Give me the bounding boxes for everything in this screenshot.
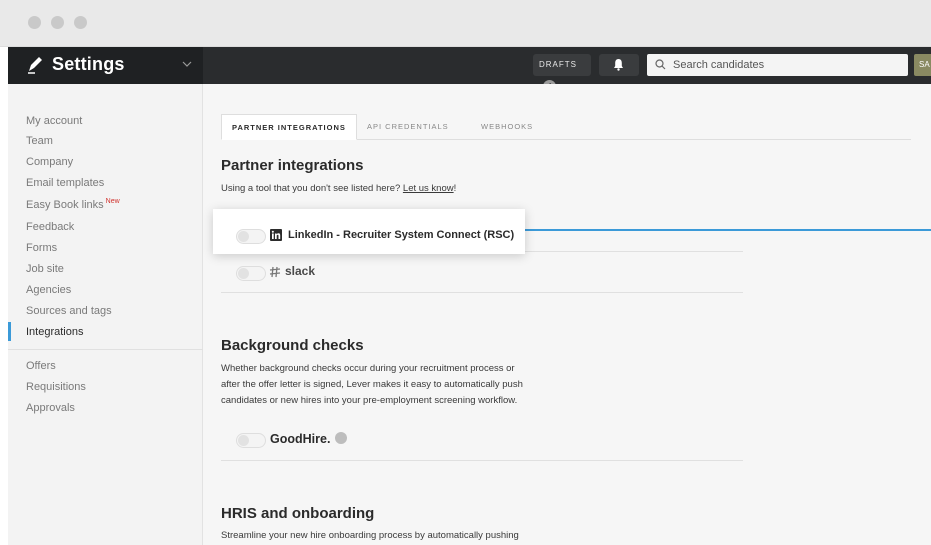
description-line: candidates or new hires into your pre-em… <box>221 395 518 406</box>
sidebar-item-requisitions[interactable]: Requisitions <box>26 379 86 395</box>
background-checks-description: Whether background checks occur during y… <box>221 361 523 409</box>
tab-webhooks[interactable]: WEBHOOKS <box>471 114 543 140</box>
sidebar-item-company[interactable]: Company <box>26 154 73 170</box>
linkedin-integration-card: LinkedIn - Recruiter System Connect (RSC… <box>213 209 525 254</box>
notifications-button[interactable] <box>599 54 639 76</box>
integrations-panel: PARTNER INTEGRATIONS API CREDENTIALS WEB… <box>203 84 931 545</box>
sidebar-item-label: Easy Book links <box>26 199 104 211</box>
tab-api-credentials[interactable]: API CREDENTIALS <box>357 114 459 140</box>
slack-icon <box>269 266 281 278</box>
sidebar-item-easy-book-links[interactable]: Easy Book links New <box>26 197 120 213</box>
integration-tabs: PARTNER INTEGRATIONS API CREDENTIALS WEB… <box>221 114 911 140</box>
slack-label: slack <box>285 264 316 278</box>
window-minimize-dot[interactable] <box>51 16 64 29</box>
partner-integrations-description: Using a tool that you don't see listed h… <box>221 181 456 197</box>
description-suffix: ! <box>453 183 457 194</box>
goodhire-toggle[interactable] <box>236 433 266 448</box>
chevron-down-icon[interactable] <box>182 59 192 69</box>
window-close-dot[interactable] <box>28 16 41 29</box>
row-divider <box>221 292 743 293</box>
sidebar-item-integrations[interactable]: Integrations <box>26 324 83 340</box>
sidebar-item-feedback[interactable]: Feedback <box>26 219 74 235</box>
settings-menu-header[interactable]: Settings <box>8 47 203 84</box>
description-text: Using a tool that you don't see listed h… <box>221 183 403 194</box>
let-us-know-link[interactable]: Let us know <box>403 183 454 194</box>
partner-integrations-heading: Partner integrations <box>221 157 364 174</box>
top-bar: DRAFTS4 SA <box>203 47 931 93</box>
sidebar-item-agencies[interactable]: Agencies <box>26 282 71 298</box>
hris-heading: HRIS and onboarding <box>221 505 375 522</box>
goodhire-logo: GoodHire. <box>270 432 331 446</box>
background-checks-heading: Background checks <box>221 337 364 354</box>
slack-toggle[interactable] <box>236 266 266 281</box>
linkedin-icon <box>270 229 282 241</box>
sidebar-item-email-templates[interactable]: Email templates <box>26 175 104 191</box>
search-icon <box>655 59 666 70</box>
pen-icon <box>28 57 42 74</box>
linkedin-label: LinkedIn - Recruiter System Connect (RSC… <box>288 229 515 241</box>
description-line: after the offer letter is signed, Lever … <box>221 379 523 390</box>
settings-sidebar: My account Team Company Email templates … <box>8 84 203 545</box>
bell-icon <box>614 59 623 71</box>
settings-title: Settings <box>52 54 125 74</box>
drafts-button[interactable]: DRAFTS4 <box>533 54 591 93</box>
active-item-indicator <box>8 322 11 341</box>
sidebar-item-offers[interactable]: Offers <box>26 358 56 374</box>
sidebar-item-approvals[interactable]: Approvals <box>26 400 75 416</box>
row-divider <box>221 460 743 461</box>
new-badge: New <box>105 198 120 205</box>
sidebar-item-job-site[interactable]: Job site <box>26 261 64 277</box>
save-button[interactable]: SA <box>914 54 931 76</box>
search-input[interactable] <box>673 56 898 74</box>
linkedin-toggle[interactable] <box>236 229 266 244</box>
highlight-connector-line <box>521 229 931 231</box>
sidebar-item-forms[interactable]: Forms <box>26 240 57 256</box>
drafts-label: DRAFTS <box>539 60 577 69</box>
window-zoom-dot[interactable] <box>74 16 87 29</box>
sidebar-item-sources-and-tags[interactable]: Sources and tags <box>26 303 112 319</box>
goodhire-logo-dot <box>335 432 347 444</box>
sidebar-item-my-account[interactable]: My account <box>26 113 82 129</box>
sidebar-divider <box>8 349 203 350</box>
description-line: Whether background checks occur during y… <box>221 363 515 374</box>
sidebar-item-team[interactable]: Team <box>26 133 53 149</box>
candidate-search <box>647 54 908 76</box>
hris-description: Streamline your new hire onboarding proc… <box>221 530 519 541</box>
window-titlebar <box>0 0 931 47</box>
tab-partner-integrations[interactable]: PARTNER INTEGRATIONS <box>221 114 357 140</box>
